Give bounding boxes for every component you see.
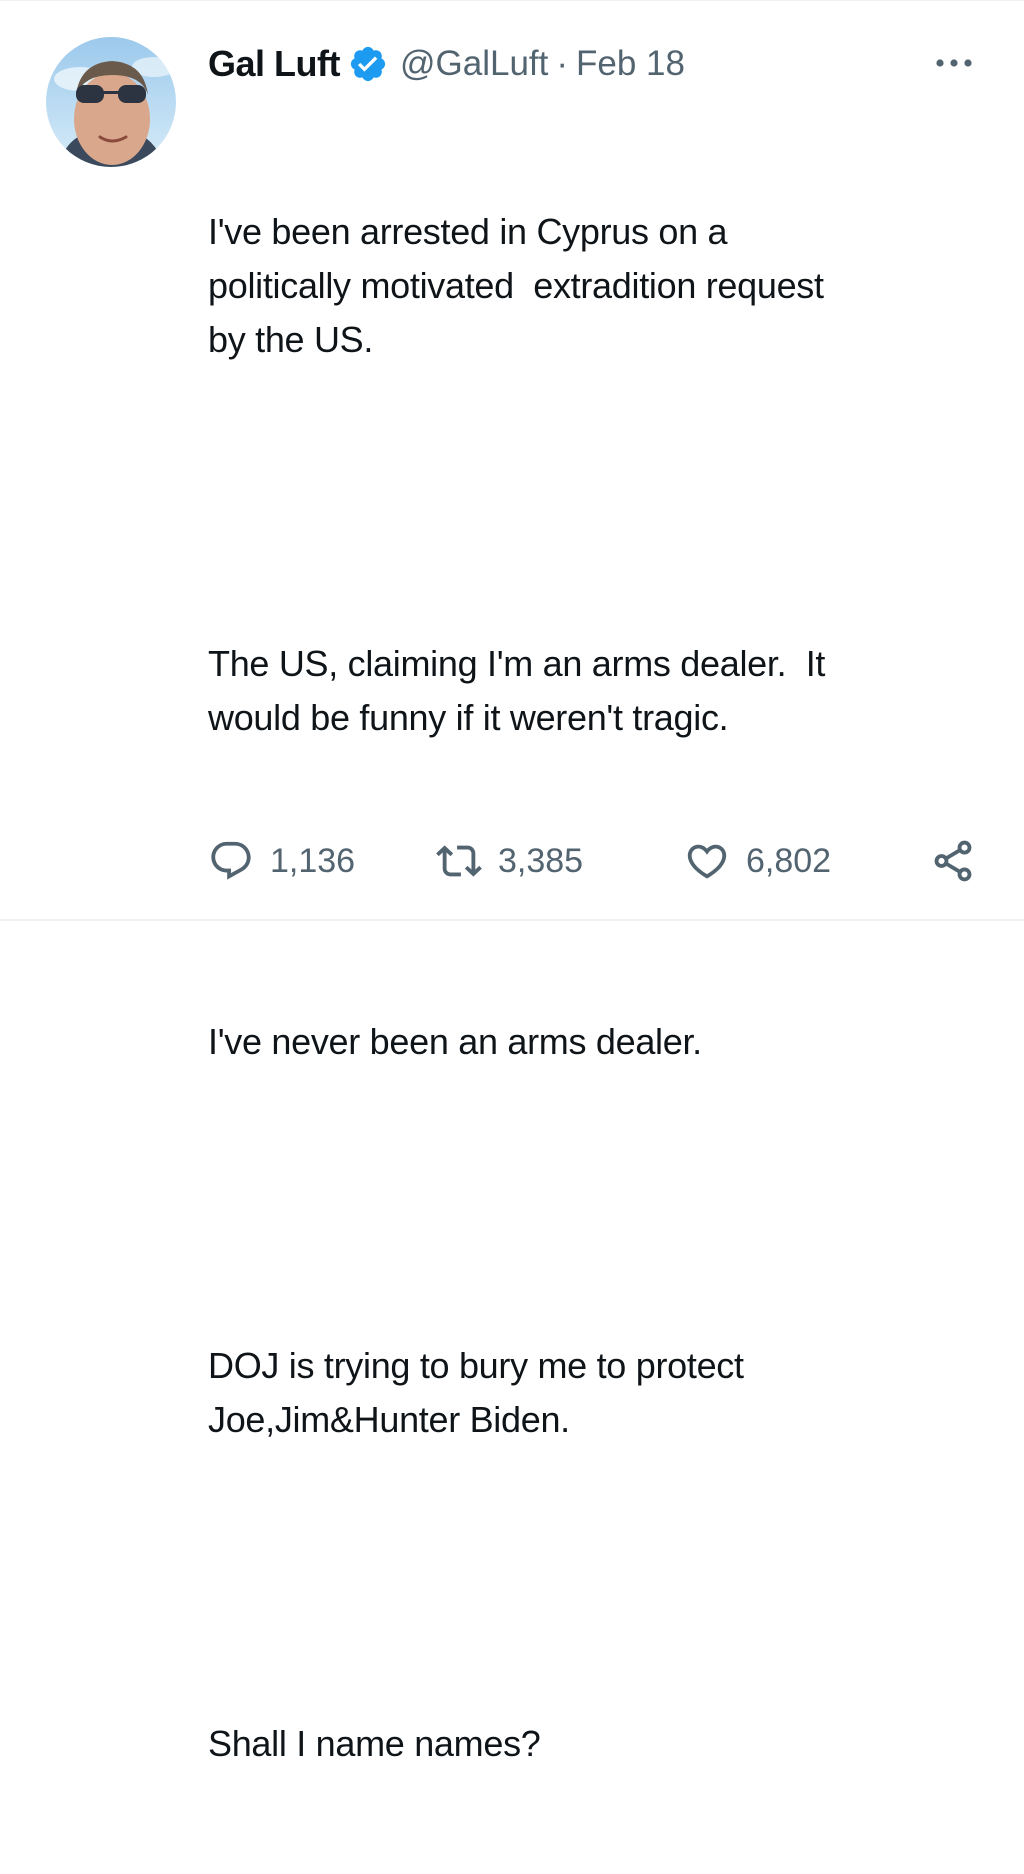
verified-badge-icon [348, 44, 388, 84]
like-count: 6,802 [746, 841, 832, 880]
tweet-header: Gal Luft @GalLuft · Feb 18 [208, 39, 685, 89]
more-horizontal-icon[interactable] [932, 51, 976, 75]
tweet-text: I've been arrested in Cyprus on a politi… [208, 97, 988, 1874]
tweet-paragraph: The US, claiming I'm an arms dealer. It … [208, 643, 826, 738]
share-icon [934, 840, 972, 882]
tweet-paragraph: DOJ is trying to bury me to protect Joe,… [208, 1345, 744, 1440]
divider [0, 919, 1024, 921]
tweet-paragraph: I've been arrested in Cyprus on a politi… [208, 211, 824, 360]
tweet-paragraph: Shall I name names? [208, 1723, 541, 1764]
retweet-count: 3,385 [498, 841, 584, 880]
retweet-icon [436, 845, 482, 877]
tweet-date[interactable]: Feb 18 [576, 44, 685, 84]
action-bar: 1,136 3,385 6,802 [208, 834, 988, 888]
heart-icon [687, 844, 727, 879]
user-handle[interactable]: @GalLuft [400, 44, 548, 84]
avatar[interactable] [46, 37, 176, 167]
avatar-image [46, 37, 176, 167]
separator-dot: · [556, 44, 569, 83]
like-button[interactable]: 6,802 [684, 834, 831, 888]
retweet-button[interactable]: 3,385 [436, 834, 583, 888]
reply-count: 1,136 [270, 841, 356, 880]
tweet-paragraph: I've never been an arms dealer. [208, 1021, 702, 1062]
share-button[interactable] [930, 834, 976, 888]
reply-icon [211, 841, 251, 880]
display-name[interactable]: Gal Luft [208, 43, 340, 85]
reply-button[interactable]: 1,136 [208, 834, 355, 888]
tweet-card[interactable]: Gal Luft @GalLuft · Feb 18 I've been arr… [0, 0, 1024, 1764]
